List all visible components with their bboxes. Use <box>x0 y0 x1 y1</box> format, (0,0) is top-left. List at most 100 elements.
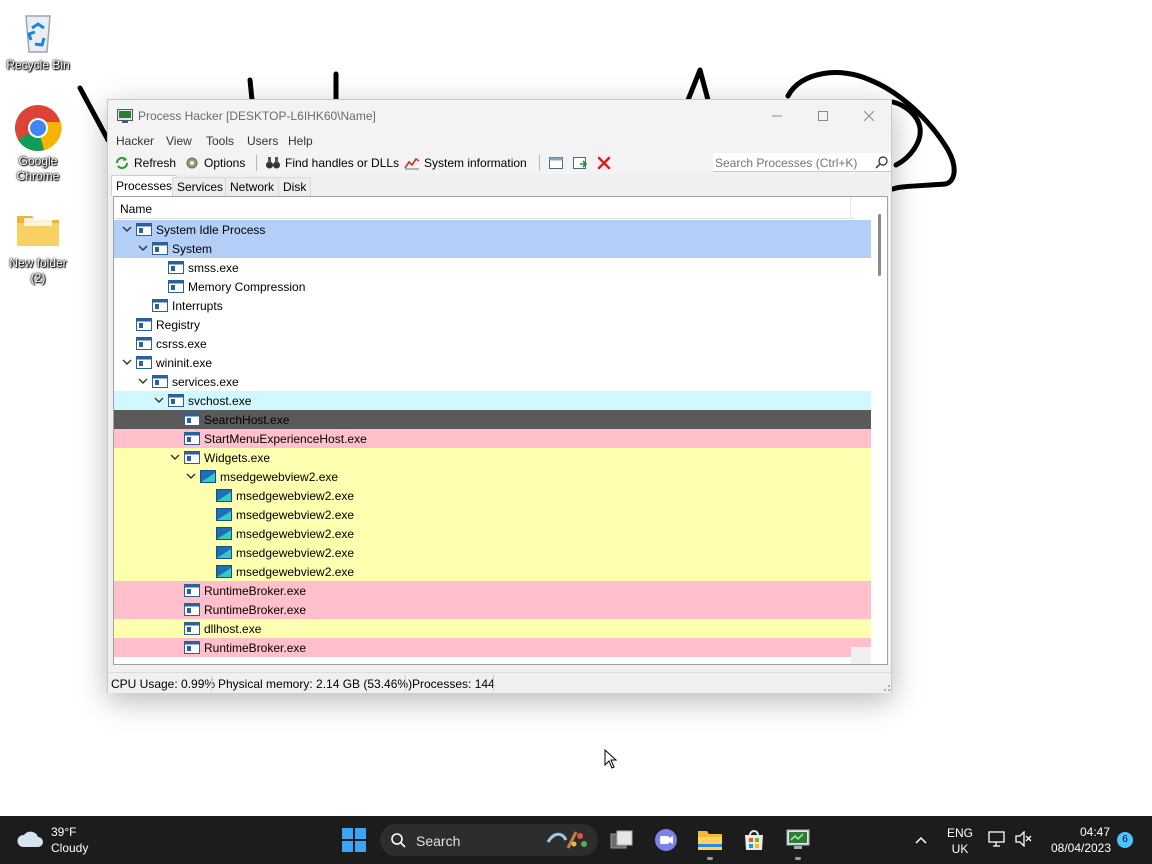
menu-tools[interactable]: Tools <box>206 134 234 148</box>
menu-view[interactable]: View <box>166 134 192 148</box>
weather-temperature[interactable]: 39°F <box>51 825 76 839</box>
edge-webview-icon <box>216 565 232 578</box>
chevron-down-icon[interactable] <box>170 452 180 462</box>
start-button[interactable] <box>338 824 370 856</box>
close-button[interactable] <box>846 100 892 132</box>
tab-services[interactable]: Services <box>172 177 229 196</box>
system-information-button[interactable]: System information <box>404 154 527 172</box>
chevron-up-icon[interactable] <box>915 835 927 845</box>
process-row[interactable]: System Idle Process <box>114 220 871 239</box>
title-bar[interactable]: Process Hacker [DESKTOP-L6IHK60\Name] <box>108 100 891 132</box>
window-go-button[interactable] <box>572 154 588 172</box>
process-row[interactable]: msedgewebview2.exe <box>114 524 871 543</box>
tab-network[interactable]: Network <box>225 177 280 196</box>
process-row[interactable]: StartMenuExperienceHost.exe <box>114 429 871 448</box>
minimize-icon <box>772 115 782 117</box>
edge-webview-icon <box>216 527 232 540</box>
menu-users[interactable]: Users <box>247 134 278 148</box>
chevron-down-icon[interactable] <box>122 357 132 367</box>
search-processes-input[interactable] <box>715 155 869 170</box>
terminate-button[interactable] <box>597 154 611 172</box>
process-row[interactable]: Widgets.exe <box>114 448 871 467</box>
desktop-icon-google-chrome[interactable]: Google Chrome <box>4 104 72 184</box>
process-row[interactable]: RuntimeBroker.exe <box>114 638 871 657</box>
process-row[interactable]: RuntimeBroker.exe <box>114 600 871 619</box>
process-row[interactable]: msedgewebview2.exe <box>114 486 871 505</box>
desktop-icon-recycle-bin[interactable]: Recycle Bin <box>4 8 72 73</box>
resize-grip-icon[interactable] <box>881 682 891 692</box>
process-name: StartMenuExperienceHost.exe <box>204 432 367 446</box>
menu-help[interactable]: Help <box>288 134 313 148</box>
weather-description[interactable]: Cloudy <box>51 841 88 855</box>
scrollbar-thumb[interactable] <box>878 214 881 276</box>
cloudy-weather-icon[interactable] <box>16 828 44 850</box>
process-row[interactable]: msedgewebview2.exe <box>114 467 871 486</box>
process-hacker-taskbar-button[interactable] <box>782 824 814 856</box>
process-row[interactable]: System <box>114 239 871 258</box>
recycle-bin-icon <box>14 8 62 56</box>
chevron-down-icon[interactable] <box>154 395 164 405</box>
tab-processes[interactable]: Processes <box>111 175 178 196</box>
notification-badge[interactable]: 6 <box>1117 832 1133 848</box>
taskbar-search-box[interactable]: Search <box>380 824 598 856</box>
chevron-down-icon[interactable] <box>122 224 132 234</box>
file-explorer-button[interactable] <box>694 824 726 856</box>
minimize-button[interactable] <box>754 100 800 132</box>
process-row[interactable]: msedgewebview2.exe <box>114 505 871 524</box>
name-column-header[interactable]: Name <box>114 197 854 219</box>
language-indicator-line1[interactable]: ENG <box>943 826 977 840</box>
volume-muted-icon[interactable] <box>1014 831 1032 847</box>
process-row[interactable]: msedgewebview2.exe <box>114 543 871 562</box>
process-row[interactable]: RuntimeBroker.exe <box>114 581 871 600</box>
teams-chat-button[interactable] <box>650 824 682 856</box>
process-icon <box>184 432 200 445</box>
microsoft-store-button[interactable] <box>738 824 770 856</box>
vertical-scrollbar[interactable] <box>871 197 887 664</box>
process-row[interactable]: SearchHost.exe <box>114 410 871 429</box>
process-name: msedgewebview2.exe <box>220 470 339 484</box>
process-row[interactable]: msedgewebview2.exe <box>114 562 871 581</box>
process-row[interactable]: svchost.exe <box>114 391 871 410</box>
process-row[interactable]: smss.exe <box>114 258 871 277</box>
taskbar-search-label: Search <box>416 833 461 849</box>
process-icon <box>184 622 200 635</box>
process-row[interactable]: dllhost.exe <box>114 619 871 638</box>
process-row[interactable]: Registry <box>114 315 871 334</box>
find-handles-button[interactable]: Find handles or DLLs <box>265 154 399 172</box>
chart-line-icon <box>404 157 420 170</box>
chevron-down-icon[interactable] <box>138 376 148 386</box>
show-window-button[interactable] <box>548 154 564 172</box>
process-hacker-window: Process Hacker [DESKTOP-L6IHK60\Name] Ha… <box>107 99 892 693</box>
options-button[interactable]: Options <box>184 154 245 172</box>
search-icon[interactable] <box>875 155 889 169</box>
language-indicator-line2[interactable]: UK <box>943 842 977 856</box>
clock-date[interactable]: 08/04/2023 <box>1044 841 1118 855</box>
tab-disk[interactable]: Disk <box>278 177 312 196</box>
status-separator <box>493 675 494 692</box>
process-row[interactable]: Memory Compression <box>114 277 871 296</box>
search-processes-box[interactable] <box>713 153 891 172</box>
process-row[interactable]: wininit.exe <box>114 353 871 372</box>
process-name: Widgets.exe <box>204 451 271 465</box>
menu-hacker[interactable]: Hacker <box>116 134 154 148</box>
process-name: msedgewebview2.exe <box>236 565 355 579</box>
process-row[interactable]: services.exe <box>114 372 871 391</box>
process-name: System <box>172 242 213 256</box>
chevron-down-icon[interactable] <box>138 243 148 253</box>
process-row[interactable]: Interrupts <box>114 296 871 315</box>
desktop-icon-new-folder[interactable]: New folder (2) <box>4 206 72 286</box>
process-name: RuntimeBroker.exe <box>204 584 307 598</box>
process-row[interactable]: csrss.exe <box>114 334 871 353</box>
chevron-down-icon[interactable] <box>186 471 196 481</box>
task-view-button[interactable] <box>606 824 638 856</box>
process-icon <box>184 641 200 654</box>
refresh-button[interactable]: Refresh <box>114 154 176 172</box>
process-name: csrss.exe <box>156 337 207 351</box>
process-icon <box>136 356 152 369</box>
scrollbar-corner <box>851 647 871 664</box>
process-icon <box>136 318 152 331</box>
clock-time[interactable]: 04:47 <box>1072 825 1118 839</box>
network-icon[interactable] <box>988 831 1006 847</box>
maximize-button[interactable] <box>800 100 846 132</box>
refresh-icon <box>115 156 129 170</box>
